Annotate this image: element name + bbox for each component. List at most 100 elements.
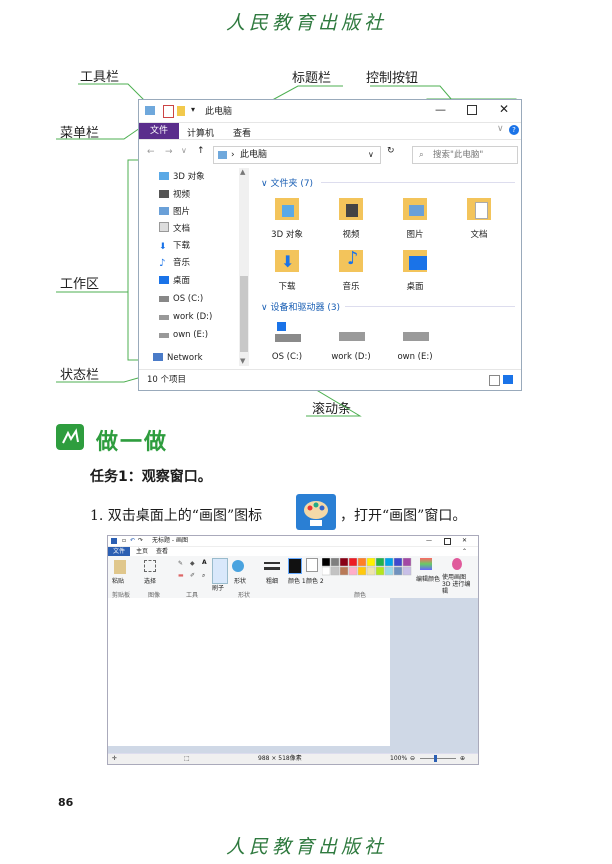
nav-item-music[interactable]: ♪ 音乐 bbox=[159, 256, 190, 271]
devices-group-header[interactable]: ∨ 设备和驱动器 (3) bbox=[261, 300, 340, 313]
paint-canvas-area bbox=[108, 598, 478, 753]
large-icons-view-icon[interactable] bbox=[503, 375, 513, 384]
address-dropdown-icon[interactable]: ∨ bbox=[368, 147, 374, 163]
folder-item-pictures[interactable]: 图片 bbox=[387, 196, 443, 240]
step-1-text-before: 1. 双击桌面上的“画图”图标 bbox=[90, 508, 263, 524]
pencil-icon[interactable]: ✎ bbox=[178, 560, 183, 567]
paint-ribbon: 粘贴 选择 ✎ ◆ A ▬ ✐ ⌕ 刷子 形状 粗细 颜色 1 颜色 2 编辑颜… bbox=[108, 556, 478, 599]
nav-item-downloads[interactable]: ⬇ 下载 bbox=[159, 239, 190, 254]
color1-swatch[interactable] bbox=[288, 558, 302, 574]
address-bar[interactable]: › 此电脑 ∨ bbox=[213, 146, 381, 164]
drive-item-c[interactable]: OS (C:) bbox=[259, 320, 315, 362]
drive-label: work (D:) bbox=[331, 352, 371, 362]
text-tool-icon[interactable]: A bbox=[202, 559, 207, 566]
forward-arrow-icon[interactable]: → bbox=[165, 147, 173, 157]
drive-item-d[interactable]: work (D:) bbox=[323, 320, 379, 362]
refresh-icon[interactable]: ↻ bbox=[387, 146, 395, 156]
palette-swatches[interactable] bbox=[321, 557, 414, 582]
folder-item-3d-objects[interactable]: 3D 对象 bbox=[259, 196, 315, 240]
paint-maximize-button[interactable] bbox=[444, 538, 451, 545]
selection-size-icon: ⬚ bbox=[184, 755, 190, 762]
nav-item-pictures[interactable]: 图片 bbox=[159, 205, 190, 220]
nav-item-network[interactable]: Network bbox=[153, 351, 203, 366]
redo-icon[interactable]: ↷ bbox=[138, 536, 143, 546]
folder-item-documents[interactable]: 文档 bbox=[451, 196, 507, 240]
color-palette[interactable] bbox=[321, 557, 414, 584]
devices-group-label: 设备和驱动器 (3) bbox=[270, 303, 341, 313]
nav-item-drive-e[interactable]: own (E:) bbox=[159, 328, 208, 343]
scrollbar-thumb[interactable] bbox=[240, 276, 248, 352]
paint-app-icon bbox=[296, 494, 336, 530]
back-arrow-icon[interactable]: ← bbox=[147, 147, 155, 157]
paint-minimize-button[interactable]: — bbox=[426, 536, 432, 546]
select-label: 选择 bbox=[144, 578, 157, 585]
search-icon: ⌕ bbox=[419, 150, 424, 160]
paint-small-icon bbox=[111, 538, 117, 544]
zoom-slider[interactable] bbox=[420, 758, 456, 759]
quick-access-chevron-icon[interactable]: ▾ bbox=[191, 105, 195, 114]
scroll-up-icon[interactable]: ▲ bbox=[240, 168, 245, 176]
properties-icon[interactable] bbox=[163, 105, 174, 118]
nav-item-documents[interactable]: 文档 bbox=[159, 222, 190, 237]
maximize-button[interactable] bbox=[467, 105, 477, 115]
zoom-slider-thumb[interactable] bbox=[434, 755, 437, 762]
nav-item-drive-d[interactable]: work (D:) bbox=[159, 310, 212, 325]
new-folder-icon[interactable] bbox=[177, 106, 185, 116]
menu-file[interactable]: 文件 bbox=[139, 123, 179, 139]
recent-chevron-icon[interactable]: ∨ bbox=[181, 146, 187, 155]
paint3d-icon[interactable] bbox=[452, 558, 462, 570]
computer-icon bbox=[145, 106, 155, 115]
brush-button[interactable] bbox=[212, 558, 228, 584]
color2-swatch[interactable] bbox=[306, 558, 318, 572]
shapes-3d-icon[interactable] bbox=[232, 560, 244, 572]
vertical-scrollbar[interactable]: ▲ ▼ bbox=[239, 168, 249, 366]
menu-computer[interactable]: 计算机 bbox=[187, 126, 214, 139]
paint-tab-file[interactable]: 文件 bbox=[108, 547, 130, 556]
folders-group-header[interactable]: ∨ 文件夹 (7) bbox=[261, 176, 313, 189]
paint-tab-home[interactable]: 主页 bbox=[136, 547, 148, 556]
zoom-in-icon[interactable]: ⊕ bbox=[460, 754, 465, 764]
folder-label: 下载 bbox=[278, 282, 296, 292]
close-button[interactable]: ✕ bbox=[499, 102, 509, 116]
folder-3d-icon bbox=[273, 196, 301, 222]
nav-item-videos[interactable]: 视频 bbox=[159, 188, 190, 203]
color-picker-icon[interactable]: ✐ bbox=[190, 572, 195, 579]
select-icon[interactable] bbox=[144, 560, 156, 572]
save-icon[interactable]: ▫ bbox=[122, 536, 126, 546]
paint-help-icon[interactable]: ⌃ bbox=[462, 547, 467, 556]
zoom-out-icon[interactable]: ⊖ bbox=[410, 754, 415, 764]
folder-item-videos[interactable]: 视频 bbox=[323, 196, 379, 240]
hands-on-icon bbox=[56, 424, 84, 450]
eraser-icon[interactable]: ▬ bbox=[178, 572, 184, 579]
nav-item-3d-objects[interactable]: 3D 对象 bbox=[159, 170, 205, 185]
paint-close-button[interactable]: ✕ bbox=[462, 536, 467, 546]
status-item-count: 10 个项目 bbox=[147, 375, 187, 385]
folders-group-label: 文件夹 (7) bbox=[270, 179, 314, 189]
help-icon[interactable]: ? bbox=[509, 125, 519, 135]
search-input[interactable]: ⌕ 搜索"此电脑" bbox=[412, 146, 518, 164]
paint-tab-view[interactable]: 查看 bbox=[156, 547, 168, 556]
minimize-button[interactable]: — bbox=[435, 103, 446, 116]
folder-item-desktop[interactable]: 桌面 bbox=[387, 248, 443, 292]
magnifier-icon[interactable]: ⌕ bbox=[202, 572, 205, 580]
scroll-down-icon[interactable]: ▼ bbox=[240, 357, 245, 365]
details-view-icon[interactable] bbox=[489, 375, 500, 386]
paint-canvas[interactable] bbox=[108, 598, 390, 746]
ribbon-expand-chevron-icon[interactable]: ∨ bbox=[497, 124, 504, 134]
paste-icon[interactable] bbox=[114, 560, 126, 574]
edit-colors-icon[interactable] bbox=[420, 558, 432, 570]
folder-video-icon bbox=[337, 196, 365, 222]
content-pane: ∨ 文件夹 (7) 3D 对象 视频 图片 文档 ⬇ 下载 ♪ 音乐 桌面 ∨ 设备… bbox=[255, 168, 521, 368]
nav-label: 3D 对象 bbox=[173, 172, 205, 182]
menu-view[interactable]: 查看 bbox=[233, 126, 251, 139]
drive-item-e[interactable]: own (E:) bbox=[387, 320, 443, 362]
up-arrow-icon[interactable]: ↑ bbox=[197, 146, 205, 156]
folder-item-downloads[interactable]: ⬇ 下载 bbox=[259, 248, 315, 292]
undo-icon[interactable]: ↶ bbox=[130, 536, 135, 546]
folder-item-music[interactable]: ♪ 音乐 bbox=[323, 248, 379, 292]
nav-item-drive-c[interactable]: OS (C:) bbox=[159, 292, 203, 307]
paint-window: ▫ ↶ ↷ 无标题 - 画图 — ✕ 文件 主页 查看 ⌃ 粘贴 选择 ✎ ◆ … bbox=[107, 535, 479, 765]
nav-item-desktop[interactable]: 桌面 bbox=[159, 274, 190, 289]
size-line-icon[interactable] bbox=[264, 562, 280, 564]
fill-icon[interactable]: ◆ bbox=[190, 560, 195, 567]
